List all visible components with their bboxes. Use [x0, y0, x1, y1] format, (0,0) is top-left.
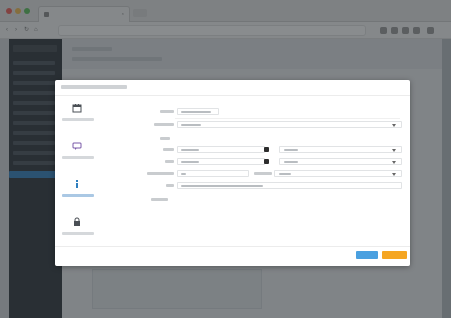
chevron-down-icon[interactable]	[392, 161, 396, 164]
next-button[interactable]	[382, 251, 407, 259]
info-icon	[76, 180, 78, 188]
step-label	[62, 232, 94, 235]
previous-button[interactable]	[356, 251, 378, 259]
field-label	[154, 123, 174, 126]
step-label	[62, 118, 94, 121]
field-label	[166, 184, 174, 187]
divider	[175, 118, 400, 119]
step-2[interactable]	[55, 134, 101, 172]
repeat-input[interactable]	[177, 170, 249, 177]
wizard-modal	[55, 80, 410, 266]
field-label	[254, 172, 272, 175]
type-select[interactable]	[177, 121, 402, 128]
end-date-input[interactable]	[177, 158, 265, 165]
start-time-select[interactable]	[279, 146, 402, 153]
chevron-down-icon[interactable]	[392, 124, 396, 127]
step-3[interactable]	[55, 172, 101, 210]
calendar-icon	[72, 104, 82, 113]
step-label	[62, 156, 94, 159]
end-time-select[interactable]	[279, 158, 402, 165]
section-label	[160, 137, 170, 140]
chat-icon	[72, 142, 82, 150]
lock-icon	[74, 217, 80, 226]
step-4[interactable]	[55, 210, 101, 248]
description-input[interactable]	[177, 182, 402, 189]
step-1[interactable]	[55, 96, 101, 134]
chevron-down-icon[interactable]	[392, 173, 396, 176]
chevron-down-icon[interactable]	[392, 149, 396, 152]
calendar-icon[interactable]	[264, 147, 269, 152]
field-label	[160, 110, 174, 113]
calendar-icon[interactable]	[264, 159, 269, 164]
step-label	[62, 194, 94, 197]
name-input[interactable]	[177, 108, 219, 115]
modal-title	[61, 85, 127, 89]
modal-footer	[55, 246, 410, 266]
field-label	[151, 198, 168, 201]
start-date-input[interactable]	[177, 146, 265, 153]
field-label	[147, 172, 174, 175]
modal-header	[55, 80, 410, 96]
wizard-steps	[55, 96, 101, 246]
field-label	[165, 160, 174, 163]
field-label	[163, 148, 174, 151]
frequency-select[interactable]	[274, 170, 402, 177]
